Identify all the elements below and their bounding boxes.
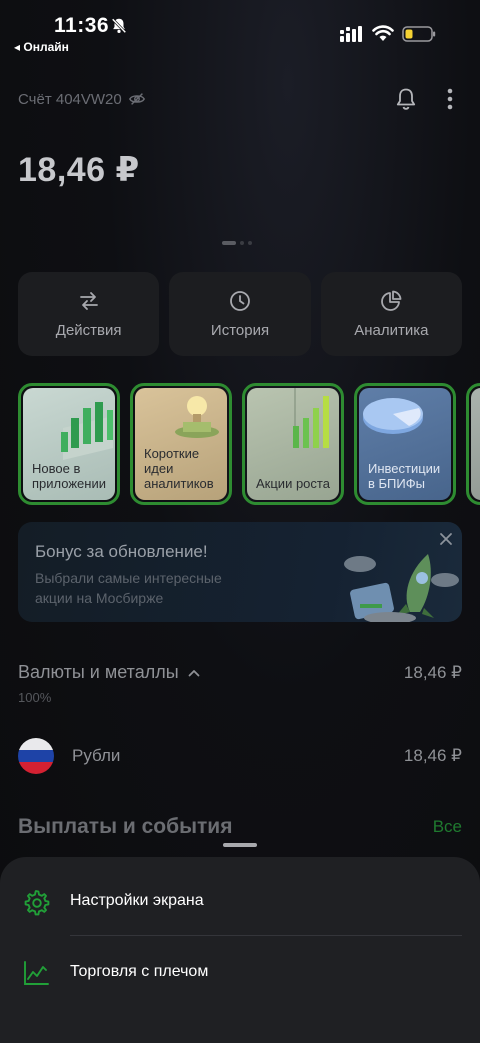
currencies-total: 18,46 ₽: [403, 663, 462, 682]
promo-banner[interactable]: Бонус за обновление! Выбрали самые интер…: [18, 522, 462, 622]
story-caption: Акции роста: [256, 476, 330, 491]
currencies-title: Валюты и металлы: [18, 662, 179, 682]
screen-settings-item[interactable]: Настройки экрана: [0, 868, 480, 934]
status-time: 11:36: [54, 14, 110, 37]
history-button[interactable]: История: [169, 272, 311, 356]
clock-icon: [230, 291, 250, 311]
currency-name-rub[interactable]: Рубли: [72, 746, 120, 766]
pie-chart-icon: [381, 290, 402, 311]
back-to-app-link[interactable]: ◂ Онлайн: [14, 40, 69, 54]
currency-value-rub: 18,46 ₽: [403, 746, 462, 765]
status-bar: 11:36 ◂ Онлайн: [0, 0, 480, 60]
story-card-image: Новое в приложении: [23, 388, 115, 500]
story-card-analyst-ideas[interactable]: Короткие идеи аналитиков: [130, 383, 232, 505]
pager-dot: [248, 241, 252, 245]
pager-dot: [240, 241, 244, 245]
screen-settings-label: Настройки экрана: [70, 892, 204, 909]
eye-off-icon[interactable]: [128, 90, 146, 108]
actions-label: Действия: [55, 322, 122, 339]
gear-icon: [24, 890, 50, 916]
payouts-all-link[interactable]: Все: [433, 817, 462, 837]
analytics-label: Аналитика: [354, 322, 429, 339]
analytics-button[interactable]: Аналитика: [320, 272, 462, 356]
actions-button[interactable]: Действия: [18, 272, 160, 356]
story-card-image: [471, 388, 480, 500]
sheet-divider: [70, 935, 462, 936]
arrows-swap-icon: [79, 292, 98, 310]
story-card-partial[interactable]: [466, 383, 480, 505]
silent-bell-icon: [111, 18, 127, 34]
sheet-drag-handle[interactable]: [223, 843, 257, 847]
currencies-section-header[interactable]: Валюты и металлы: [18, 662, 201, 683]
story-card-image: Акции роста: [247, 388, 339, 500]
account-label: Счёт 404VW20: [18, 90, 122, 108]
more-menu-icon[interactable]: [439, 86, 461, 112]
story-card-growth-stocks[interactable]: Акции роста: [242, 383, 344, 505]
quick-actions: Действия История Аналитика: [18, 272, 462, 356]
story-caption: Новое в приложении: [32, 461, 106, 491]
banner-subtitle: Выбрали самые интересные акции на Мосбир…: [35, 570, 222, 606]
story-card-bpif[interactable]: Инвестиции в БПИФы: [354, 383, 456, 505]
story-caption: Инвестиции в БПИФы: [368, 461, 441, 491]
history-label: История: [210, 322, 270, 339]
balance-pager: [222, 241, 252, 245]
app-screen: 11:36 ◂ Онлайн Счёт 404VW20 18,46 ₽ Дейс…: [0, 0, 480, 1043]
story-card-image: Короткие идеи аналитиков: [135, 388, 227, 500]
chevron-up-icon: [188, 669, 200, 676]
margin-trading-label: Торговля с плечом: [70, 963, 209, 980]
stories-carousel[interactable]: Новое в приложении Короткие идеи аналити…: [18, 383, 480, 505]
wifi-icon: [372, 25, 394, 41]
banner-title: Бонус за обновление!: [35, 542, 208, 561]
story-card-image: Инвестиции в БПИФы: [359, 388, 451, 500]
russia-flag-icon: [18, 738, 54, 774]
margin-trading-item[interactable]: Торговля с плечом: [0, 939, 480, 1005]
cellular-signal-icon: [340, 26, 362, 42]
notifications-bell-icon[interactable]: [393, 86, 419, 112]
account-selector[interactable]: Счёт 404VW20: [18, 90, 146, 108]
balance-amount: 18,46 ₽: [18, 151, 140, 189]
pager-dot-active: [222, 241, 236, 245]
story-card-new-in-app[interactable]: Новое в приложении: [18, 383, 120, 505]
currencies-percent: 100%: [18, 690, 52, 705]
battery-icon: [402, 26, 436, 42]
rocket-illustration-icon: [344, 554, 459, 622]
payouts-title: Выплаты и события: [18, 815, 233, 838]
chart-line-icon: [24, 961, 49, 985]
story-caption: Короткие идеи аналитиков: [144, 446, 214, 491]
